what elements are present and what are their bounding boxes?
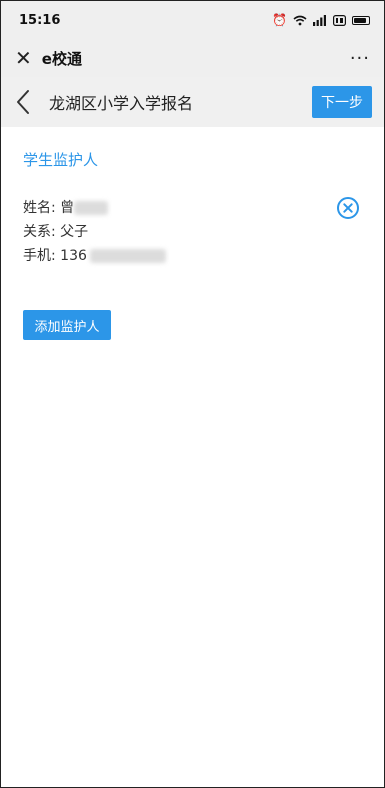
next-step-button[interactable]: 下一步: [312, 86, 372, 118]
guardian-phone-row: 手机: 136: [23, 244, 362, 268]
back-arrow-icon[interactable]: [13, 88, 35, 116]
close-icon[interactable]: ✕: [15, 48, 32, 68]
add-guardian-button[interactable]: 添加监护人: [23, 310, 111, 340]
phone-frame: 15:16 ⏰ ✕ e校通 ··· 龙湖区小学入学报名 下一步 学生监护人 姓名…: [0, 0, 385, 788]
guardian-phone-value: 136: [60, 248, 87, 264]
battery-icon: [352, 15, 370, 25]
app-title: e校通: [41, 49, 82, 68]
guardian-phone-label: 手机:: [23, 248, 56, 264]
system-icons: ⏰: [272, 14, 370, 26]
redacted-name: [74, 201, 109, 215]
redacted-phone: [89, 249, 166, 263]
status-bar: 15:16 ⏰: [1, 1, 384, 39]
guardian-relation-label: 关系:: [23, 224, 56, 240]
page-header: 龙湖区小学入学报名 下一步: [1, 77, 384, 127]
wifi-icon: [293, 15, 307, 25]
guardian-name-label: 姓名:: [23, 200, 56, 216]
section-title: 学生监护人: [23, 151, 99, 169]
guardian-name-row: 姓名: 曾: [23, 196, 362, 220]
app-bar: ✕ e校通 ···: [1, 39, 384, 77]
alarm-icon: ⏰: [272, 13, 287, 27]
guardian-name-value: 曾: [60, 200, 75, 216]
hd-signal-icon: [333, 14, 346, 26]
page-title: 龙湖区小学入学报名: [49, 94, 194, 113]
guardian-relation-row: 关系: 父子: [23, 220, 362, 244]
main-content: 学生监护人 姓名: 曾 关系: 父子 手机: 136 添加监护人: [1, 127, 384, 340]
more-options-icon[interactable]: ···: [350, 48, 370, 69]
signal-icon: [313, 14, 326, 26]
guardian-card: 姓名: 曾 关系: 父子 手机: 136: [23, 196, 362, 268]
status-time: 15:16: [19, 12, 61, 28]
remove-guardian-icon[interactable]: [336, 196, 360, 220]
guardian-relation-value: 父子: [60, 224, 89, 240]
